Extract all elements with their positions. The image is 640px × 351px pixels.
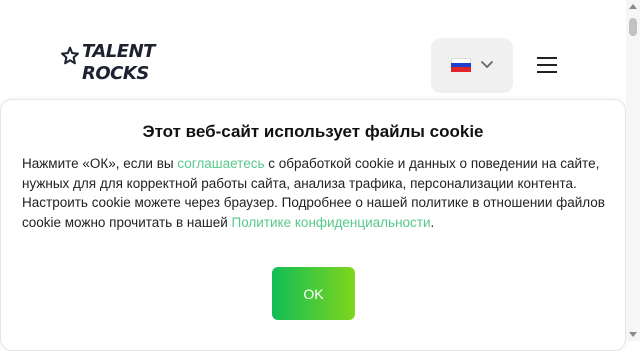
site-header: TALENT ROCKS xyxy=(0,0,626,100)
cookie-description: Нажмите «ОК», если вы соглашаетесь с обр… xyxy=(22,154,607,232)
cookie-consent-banner: Этот веб-сайт использует файлы cookie На… xyxy=(0,99,626,351)
scroll-thumb[interactable] xyxy=(629,18,637,36)
agree-link[interactable]: соглашаетесь xyxy=(177,156,264,171)
logo-text-rocks: ROCKS xyxy=(82,63,149,84)
chevron-down-icon xyxy=(481,61,493,68)
ok-button[interactable]: OK xyxy=(272,267,355,320)
cookie-text-part1: Нажмите «ОК», если вы xyxy=(22,156,178,171)
cookie-text-part3: . xyxy=(430,214,435,230)
privacy-policy-link[interactable]: Политике конфиденциальности xyxy=(232,215,431,230)
scroll-up-arrow-icon[interactable] xyxy=(629,4,637,9)
star-icon xyxy=(61,46,79,65)
russian-flag-icon xyxy=(451,58,471,72)
hamburger-menu-icon[interactable] xyxy=(534,52,562,78)
vertical-scrollbar[interactable] xyxy=(626,0,640,341)
logo-text-talent: TALENT xyxy=(82,41,155,62)
scroll-down-arrow-icon[interactable] xyxy=(629,332,637,337)
talent-rocks-logo[interactable]: TALENT ROCKS xyxy=(60,42,160,90)
language-selector[interactable] xyxy=(431,38,513,93)
cookie-title: Этот веб-сайт использует файлы cookie xyxy=(142,122,484,141)
